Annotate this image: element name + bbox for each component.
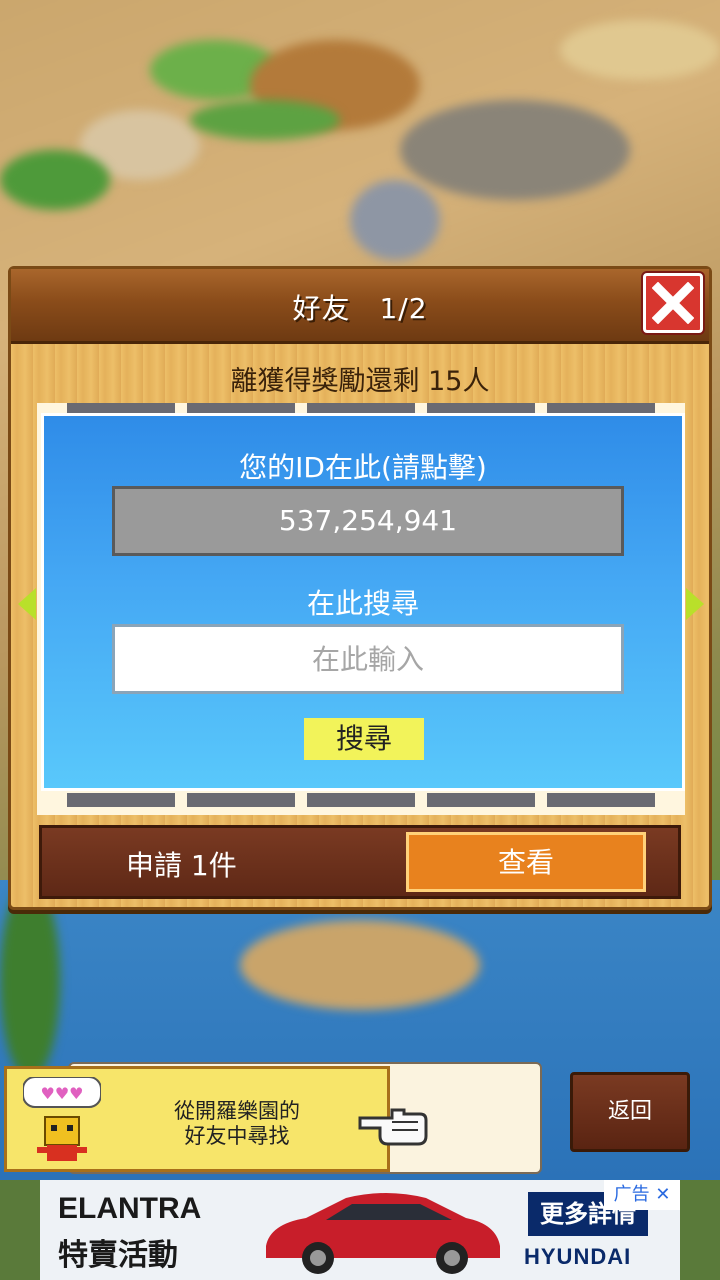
requests-bar: 申請 1件 查看 xyxy=(39,825,681,899)
close-icon xyxy=(652,282,694,324)
back-button[interactable]: 返回 xyxy=(570,1072,690,1152)
hint-text: 從開羅樂園的 好友中尋找 xyxy=(174,1099,300,1148)
ad-banner[interactable]: ELANTRA 特賣活動 更多詳情 HYUNDAI 广告 ✕ xyxy=(40,1180,680,1280)
view-requests-button[interactable]: 查看 xyxy=(406,832,646,892)
pointing-hand-icon xyxy=(358,1108,428,1146)
reward-remaining-text: 離獲得獎勵還剩 15人 xyxy=(230,366,490,397)
car-image xyxy=(266,1193,500,1274)
ad-promo-text: 特賣活動 xyxy=(58,1238,178,1273)
ad-brand: ELANTRA xyxy=(58,1192,202,1225)
player-id-box[interactable]: 537,254,941 xyxy=(112,486,624,556)
kairo-friends-hint[interactable]: ♥♥♥ 從開羅樂園的 好友中尋找 xyxy=(4,1066,390,1172)
hyundai-logo-text: HYUNDAI xyxy=(524,1244,632,1269)
search-button[interactable]: 搜尋 xyxy=(304,718,424,760)
close-button[interactable] xyxy=(643,273,703,333)
dialog-title: 好友 1/2 xyxy=(292,292,428,325)
next-page-arrow-icon[interactable] xyxy=(686,588,704,620)
requests-count: 申請 1件 xyxy=(126,849,237,882)
mascot-icon: ♥♥♥ xyxy=(23,1077,101,1161)
prev-page-arrow-icon[interactable] xyxy=(18,588,36,620)
id-search-panel: 您的ID在此(請點擊) 537,254,941 在此搜尋 搜尋 xyxy=(41,413,685,791)
id-label: 您的ID在此(請點擊) xyxy=(239,451,487,484)
search-input[interactable] xyxy=(112,624,624,694)
ad-close-tag[interactable]: 广告 ✕ xyxy=(604,1180,680,1210)
friends-dialog: 好友 1/2 離獲得獎勵還剩 15人 您的ID在此(請點擊) 537,254,9… xyxy=(8,266,712,910)
dialog-titlebar: 好友 1/2 xyxy=(11,269,709,344)
search-label: 在此搜尋 xyxy=(306,587,419,620)
svg-text:♥♥♥: ♥♥♥ xyxy=(40,1084,83,1103)
